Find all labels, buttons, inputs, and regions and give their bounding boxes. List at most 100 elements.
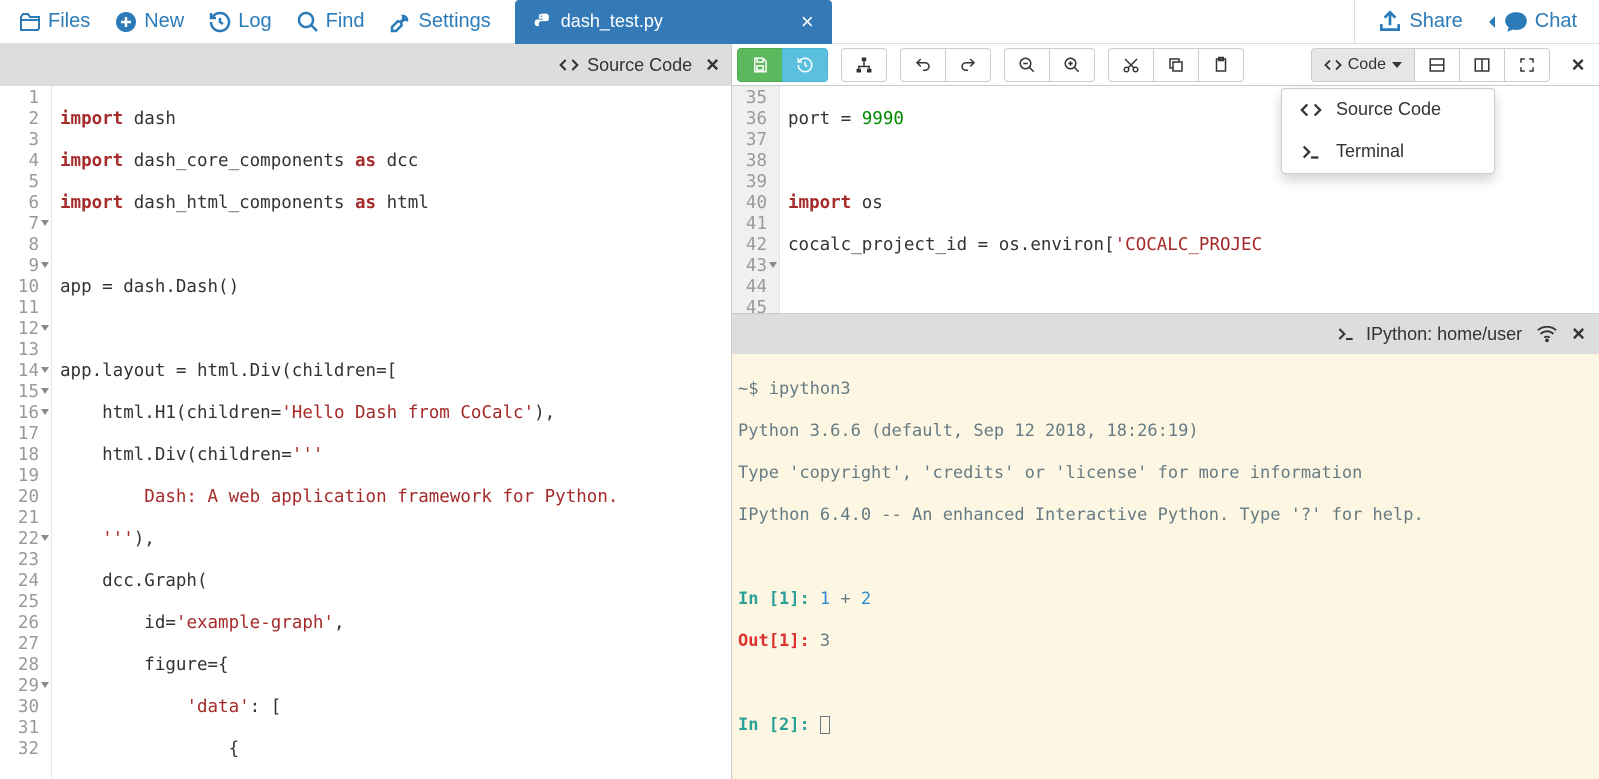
new-label: New (144, 10, 184, 33)
top-toolbar-right: Share Chat (1354, 0, 1599, 43)
save-button[interactable] (737, 48, 783, 82)
log-button[interactable]: Log (200, 6, 279, 38)
files-button[interactable]: Files (10, 6, 98, 38)
time-travel-button[interactable] (782, 48, 828, 82)
file-tab-close-icon[interactable]: × (801, 9, 814, 35)
fold-icon[interactable] (41, 409, 49, 415)
settings-button[interactable]: Settings (381, 6, 499, 38)
share-icon (1377, 9, 1403, 35)
copy-button[interactable] (1153, 48, 1199, 82)
line-number: 29 (0, 676, 39, 697)
zoom-in-button[interactable] (1049, 48, 1095, 82)
line-number: 26 (0, 613, 39, 634)
line-number: 39 (732, 172, 767, 193)
fullscreen-button[interactable] (1504, 48, 1550, 82)
line-number: 28 (0, 655, 39, 676)
terminal-icon (1336, 324, 1356, 344)
dropdown-item-source-code[interactable]: Source Code (1282, 89, 1494, 131)
wrench-icon (389, 10, 413, 34)
fullscreen-icon (1518, 56, 1536, 74)
split-vertical-button[interactable] (1459, 48, 1505, 82)
redo-button[interactable] (945, 48, 991, 82)
code-dropdown-menu: Source Code Terminal (1281, 88, 1495, 174)
zoom-in-icon (1063, 56, 1081, 74)
paste-button[interactable] (1198, 48, 1244, 82)
file-tab[interactable]: dash_test.py × (515, 0, 832, 44)
zoom-out-icon (1018, 56, 1036, 74)
fold-icon[interactable] (41, 262, 49, 268)
sitemap-button[interactable] (841, 48, 887, 82)
terminal-line: Python 3.6.6 (default, Sep 12 2018, 18:2… (738, 421, 1593, 442)
fold-icon[interactable] (41, 535, 49, 541)
right-pane: Code (732, 44, 1599, 779)
terminal-icon (1300, 141, 1322, 163)
settings-label: Settings (419, 10, 491, 33)
code-icon (559, 55, 579, 75)
line-number: 27 (0, 634, 39, 655)
line-number: 9 (0, 256, 39, 277)
terminal-line (738, 547, 1593, 568)
main-split: Source Code × 1 2 3 4 5 6 7 8 9 10 11 1 (0, 44, 1599, 779)
zoom-out-button[interactable] (1004, 48, 1050, 82)
chat-caret-icon (1485, 9, 1497, 35)
top-toolbar: Files New Log Find Settings dash_test.py (0, 0, 1599, 44)
top-toolbar-left: Files New Log Find Settings (0, 6, 509, 38)
chat-button[interactable]: Chat (1477, 5, 1585, 39)
find-button[interactable]: Find (288, 6, 373, 38)
left-gutter: 1 2 3 4 5 6 7 8 9 10 11 12 13 14 15 16 1 (0, 86, 52, 779)
line-number: 35 (732, 88, 767, 109)
line-number: 17 (0, 424, 39, 445)
dropdown-item-terminal[interactable]: Terminal (1282, 131, 1494, 173)
line-number: 8 (0, 235, 39, 256)
fold-icon[interactable] (41, 325, 49, 331)
split-v-icon (1473, 56, 1491, 74)
left-editor[interactable]: 1 2 3 4 5 6 7 8 9 10 11 12 13 14 15 16 1 (0, 86, 731, 779)
share-button[interactable]: Share (1369, 5, 1470, 39)
terminal[interactable]: ~$ ipython3 Python 3.6.6 (default, Sep 1… (732, 354, 1599, 779)
terminal-line (738, 673, 1593, 694)
line-number: 44 (732, 277, 767, 298)
fold-icon[interactable] (41, 388, 49, 394)
fold-icon[interactable] (41, 367, 49, 373)
left-pane-close-icon[interactable]: × (706, 52, 719, 78)
new-button[interactable]: New (106, 6, 192, 38)
line-number: 16 (0, 403, 39, 424)
close-icon: × (1572, 52, 1585, 78)
find-label: Find (326, 10, 365, 33)
save-icon (751, 56, 769, 74)
left-pane-title: Source Code (559, 55, 692, 76)
line-number: 30 (0, 697, 39, 718)
fold-icon[interactable] (41, 682, 49, 688)
terminal-title-text: IPython: home/user (1366, 324, 1522, 345)
line-number: 40 (732, 193, 767, 214)
terminal-close-icon[interactable]: × (1572, 321, 1585, 347)
code-dropdown-label: Code (1348, 56, 1386, 74)
line-number: 21 (0, 508, 39, 529)
cut-button[interactable] (1108, 48, 1154, 82)
app-root: Files New Log Find Settings dash_test.py (0, 0, 1599, 779)
left-pane-title-text: Source Code (587, 55, 692, 76)
line-number: 31 (0, 718, 39, 739)
code-dropdown-button[interactable]: Code (1311, 48, 1415, 82)
line-number: 32 (0, 739, 39, 760)
line-number: 19 (0, 466, 39, 487)
line-number: 10 (0, 277, 39, 298)
line-number: 13 (0, 340, 39, 361)
fold-icon[interactable] (769, 262, 777, 268)
undo-button[interactable] (900, 48, 946, 82)
terminal-line: Out[1]: 3 (738, 631, 1593, 652)
split-horizontal-button[interactable] (1414, 48, 1460, 82)
chat-label: Chat (1535, 10, 1577, 33)
line-number: 4 (0, 151, 39, 172)
plus-circle-icon (114, 10, 138, 34)
right-toolbar-right: Code (1311, 48, 1599, 82)
fold-icon[interactable] (41, 220, 49, 226)
file-tab-name: dash_test.py (561, 11, 663, 32)
line-number: 42 (732, 235, 767, 256)
terminal-line: ~$ ipython3 (738, 379, 1593, 400)
close-pane-button[interactable]: × (1563, 48, 1593, 82)
terminal-prompt[interactable]: In [2]: (738, 715, 1593, 736)
left-code-area[interactable]: import dash import dash_core_components … (52, 86, 731, 779)
line-number: 45 (732, 298, 767, 313)
terminal-title: IPython: home/user (1336, 324, 1522, 345)
